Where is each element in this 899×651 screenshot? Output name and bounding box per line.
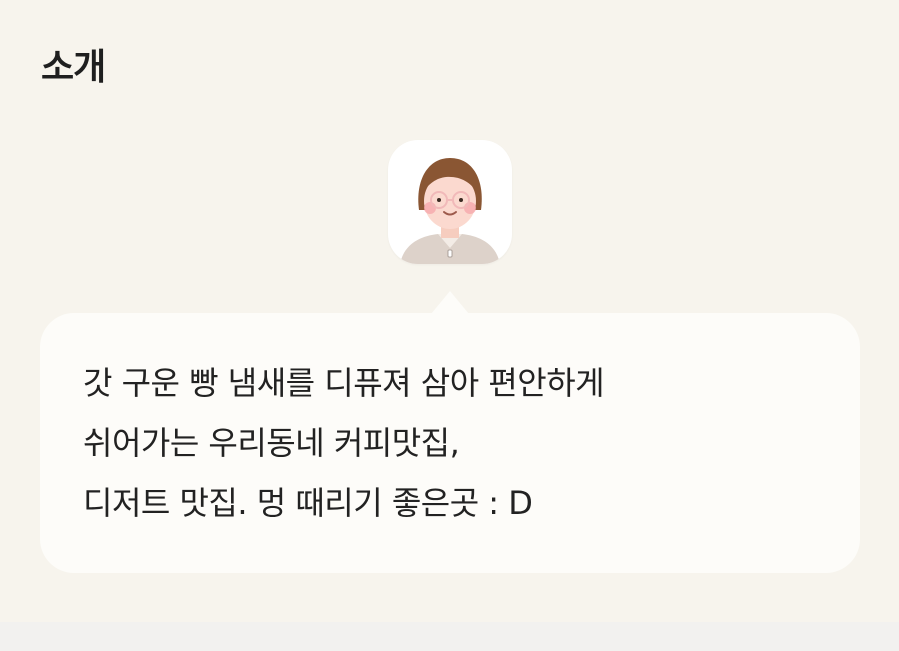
speech-bubble-tail: [431, 291, 469, 314]
profile-illustration-icon: [400, 158, 500, 264]
avatar: [388, 140, 512, 264]
intro-speech-bubble: 갓 구운 빵 냄새를 디퓨져 삼아 편안하게 쉬어가는 우리동네 커피맛집, 디…: [40, 313, 860, 573]
intro-line-3: 디저트 맛집. 멍 때리기 좋은곳 : D: [83, 484, 533, 522]
intro-line-1: 갓 구운 빵 냄새를 디퓨져 삼아 편안하게: [83, 364, 605, 402]
section-title: 소개: [41, 47, 106, 88]
intro-line-2: 쉬어가는 우리동네 커피맛집,: [83, 424, 460, 462]
intro-section: 소개 갓 구운 빵 냄새를 디퓨져 삼아 편안하게 쉬어가는 우리동네 커피맛집…: [0, 0, 899, 622]
